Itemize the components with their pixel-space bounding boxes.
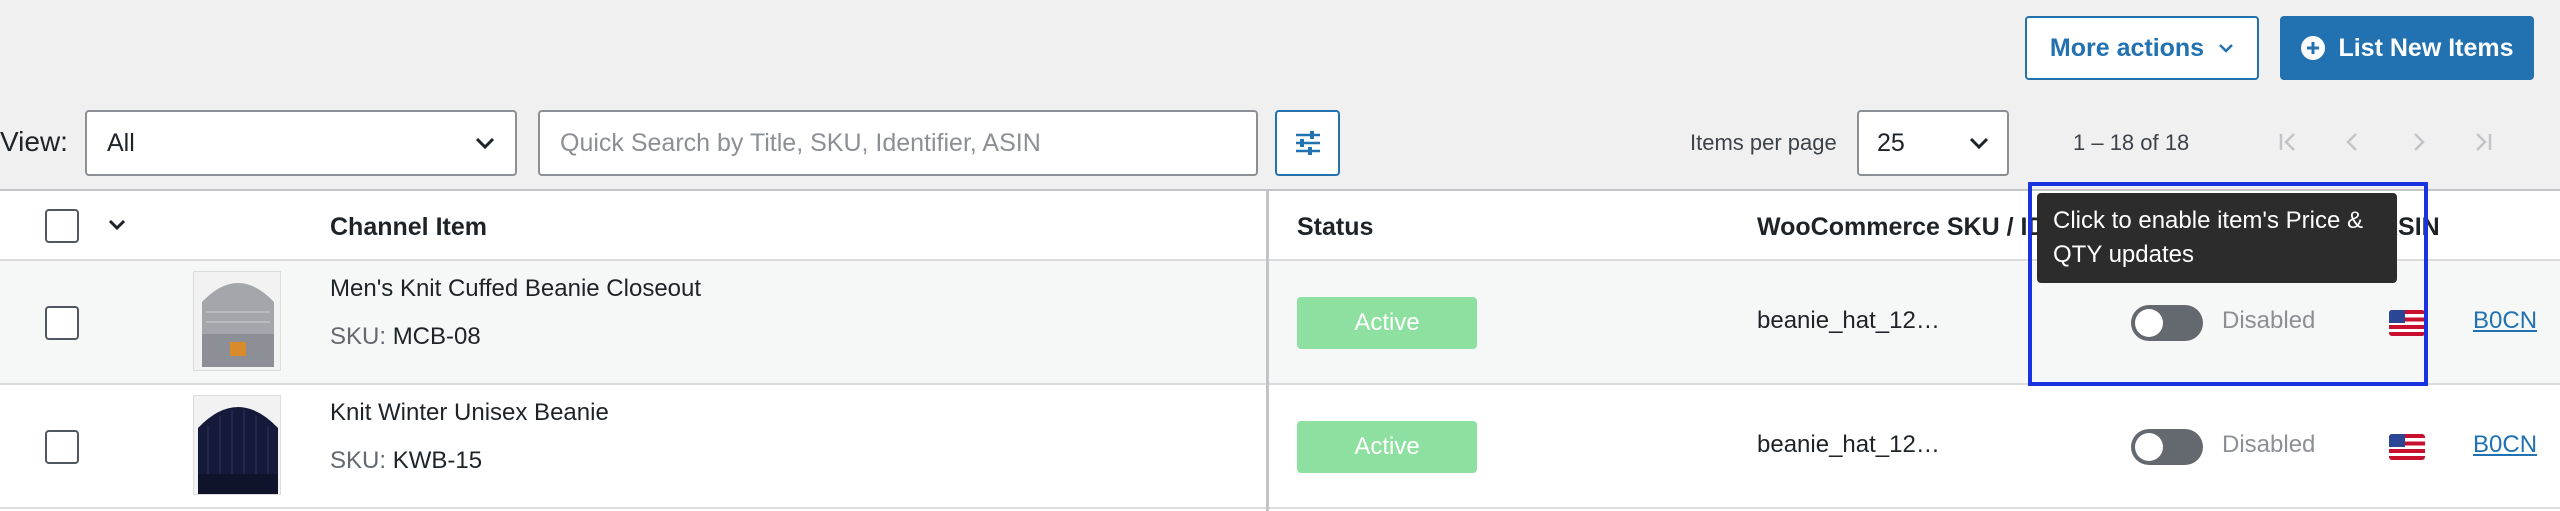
prev-page-button[interactable] xyxy=(2333,122,2373,162)
next-page-button[interactable] xyxy=(2398,122,2438,162)
quick-search-input[interactable] xyxy=(538,110,1258,176)
filter-button[interactable] xyxy=(1275,110,1340,176)
view-label: View: xyxy=(0,126,68,157)
chevron-down-icon xyxy=(2219,44,2233,53)
more-actions-button[interactable]: More actions xyxy=(2025,16,2259,80)
column-header-woo-sku[interactable]: WooCommerce SKU / ID xyxy=(1757,213,2045,242)
sliders-icon xyxy=(1295,131,1320,155)
sku-label: SKU: xyxy=(330,323,387,350)
column-header-status[interactable]: Status xyxy=(1297,213,1373,242)
sku-value: KWB-15 xyxy=(392,447,483,474)
sku-value: MCB-08 xyxy=(392,323,481,350)
prev-page-icon xyxy=(2346,133,2357,151)
last-page-icon xyxy=(2476,133,2492,151)
plus-circle-icon xyxy=(2301,36,2326,60)
us-flag-icon xyxy=(2389,434,2425,460)
sku-label: SKU: xyxy=(330,447,387,474)
row-checkbox[interactable] xyxy=(45,306,79,340)
column-divider xyxy=(1266,191,1269,511)
items-per-page-value: 25 xyxy=(1877,128,1905,157)
first-page-button[interactable] xyxy=(2268,122,2308,162)
first-page-icon xyxy=(2279,133,2295,151)
item-title[interactable]: Men's Knit Cuffed Beanie Closeout xyxy=(330,275,701,303)
table-row: Knit Winter Unisex Beanie SKU: KWB-15 Ac… xyxy=(0,385,2560,509)
asin-link[interactable]: B0CN xyxy=(2473,431,2537,459)
status-badge: Active xyxy=(1297,297,1477,349)
more-actions-label: More actions xyxy=(2049,33,2205,62)
toggle-label: Disabled xyxy=(2222,431,2316,458)
status-badge: Active xyxy=(1297,421,1477,473)
woo-sku-value: beanie_hat_12… xyxy=(1757,431,1940,458)
list-new-items-button[interactable]: List New Items xyxy=(2280,16,2534,80)
select-all-checkbox[interactable] xyxy=(45,209,79,243)
asin-link[interactable]: B0CN xyxy=(2473,307,2537,335)
item-title[interactable]: Knit Winter Unisex Beanie xyxy=(330,399,609,427)
column-header-channel-item[interactable]: Channel Item xyxy=(330,213,487,242)
chevron-down-icon xyxy=(1969,137,1989,149)
price-qty-toggle[interactable] xyxy=(2131,429,2203,465)
view-select[interactable]: All xyxy=(85,110,517,176)
item-sku: SKU: KWB-15 xyxy=(330,447,482,475)
row-checkbox[interactable] xyxy=(45,430,79,464)
pagination-range: 1 – 18 of 18 xyxy=(2073,130,2190,155)
woo-sku-value: beanie_hat_12… xyxy=(1757,307,1940,334)
item-sku: SKU: MCB-08 xyxy=(330,323,481,351)
chevron-down-icon[interactable] xyxy=(108,219,126,231)
next-page-icon xyxy=(2414,133,2425,151)
toggle-label: Disabled xyxy=(2222,307,2316,334)
last-page-button[interactable] xyxy=(2463,122,2503,162)
items-per-page-label: Items per page xyxy=(1690,130,1837,155)
chevron-down-icon xyxy=(475,137,495,149)
price-qty-toggle[interactable] xyxy=(2131,305,2203,341)
items-per-page-select[interactable]: 25 xyxy=(1857,110,2009,176)
product-thumbnail xyxy=(193,395,281,495)
product-thumbnail xyxy=(193,271,281,371)
us-flag-icon xyxy=(2389,310,2425,336)
toggle-tooltip: Click to enable item's Price & QTY updat… xyxy=(2037,193,2397,283)
view-select-value: All xyxy=(107,128,135,157)
list-new-items-label: List New Items xyxy=(2338,33,2514,62)
